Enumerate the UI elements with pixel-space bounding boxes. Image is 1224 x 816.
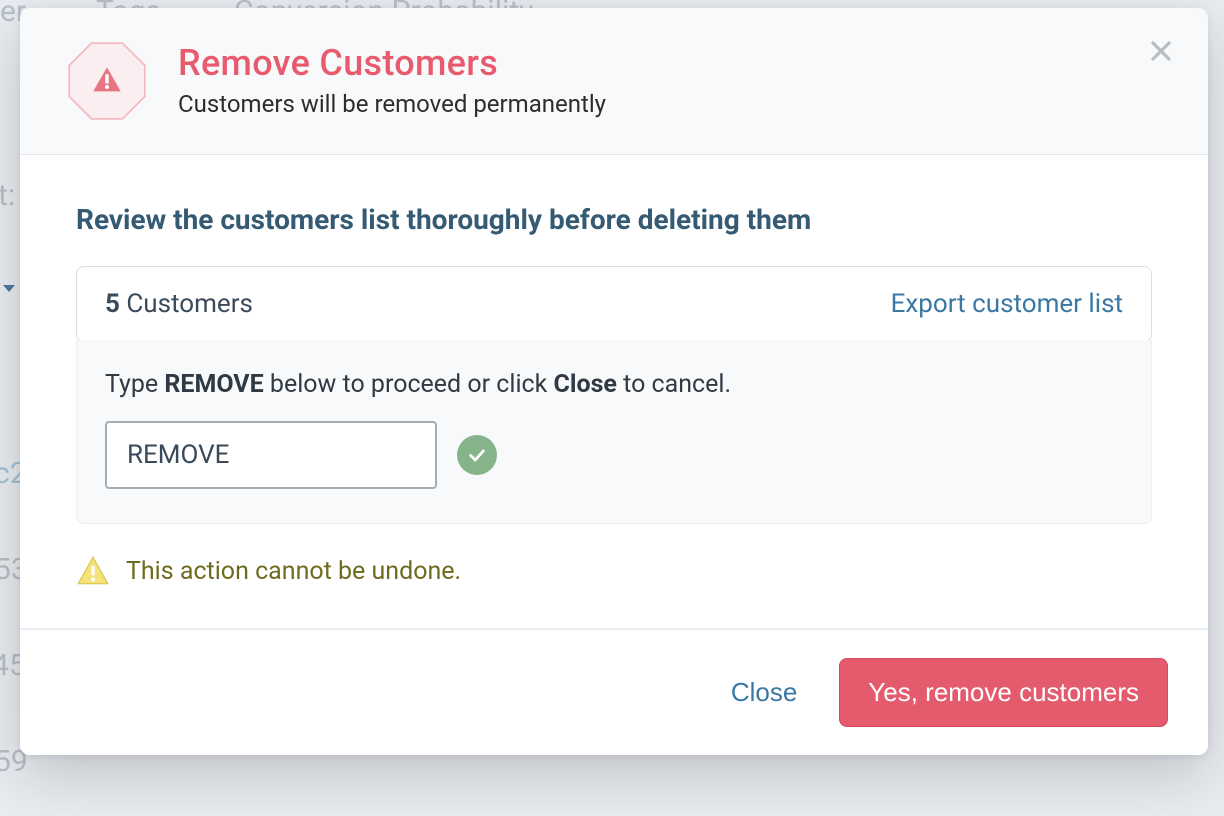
close-icon xyxy=(1149,39,1173,63)
confirm-text-middle: below to proceed or click xyxy=(264,370,554,399)
warning-triangle-icon xyxy=(76,554,110,588)
close-button[interactable]: Close xyxy=(723,671,805,714)
confirm-close-word: Close xyxy=(554,370,617,399)
export-customer-list-link[interactable]: Export customer list xyxy=(891,289,1123,319)
undone-warning: This action cannot be undone. xyxy=(76,554,1152,588)
warning-octagon-icon xyxy=(64,38,150,124)
customer-summary-box: 5 Customers Export customer list xyxy=(76,266,1152,342)
modal-subtitle: Customers will be removed permanently xyxy=(178,90,606,118)
customer-count-number: 5 xyxy=(105,289,120,319)
bg-side-label: t: xyxy=(0,178,15,213)
confirm-valid-icon xyxy=(457,435,497,475)
confirm-remove-input[interactable] xyxy=(105,421,437,489)
undone-warning-text: This action cannot be undone. xyxy=(126,557,461,586)
remove-customers-modal: Remove Customers Customers will be remov… xyxy=(20,8,1208,755)
modal-header: Remove Customers Customers will be remov… xyxy=(20,8,1208,155)
close-icon-button[interactable] xyxy=(1144,34,1178,68)
confirm-text-suffix: to cancel. xyxy=(617,370,731,399)
confirm-box: Type REMOVE below to proceed or click Cl… xyxy=(76,340,1152,524)
modal-footer: Close Yes, remove customers xyxy=(20,628,1208,755)
customer-count-label: Customers xyxy=(126,289,253,319)
modal-body: Review the customers list thoroughly bef… xyxy=(20,155,1208,628)
confirm-remove-button[interactable]: Yes, remove customers xyxy=(839,658,1168,727)
confirm-input-row xyxy=(105,421,1123,489)
confirm-instruction: Type REMOVE below to proceed or click Cl… xyxy=(105,370,1123,399)
bg-caret-icon xyxy=(2,282,16,296)
customer-count: 5 Customers xyxy=(105,289,253,319)
confirm-keyword: REMOVE xyxy=(164,370,263,399)
modal-title-group: Remove Customers Customers will be remov… xyxy=(178,38,606,118)
confirm-text-prefix: Type xyxy=(105,370,164,399)
modal-title: Remove Customers xyxy=(178,42,606,84)
review-heading: Review the customers list thoroughly bef… xyxy=(76,203,1152,236)
